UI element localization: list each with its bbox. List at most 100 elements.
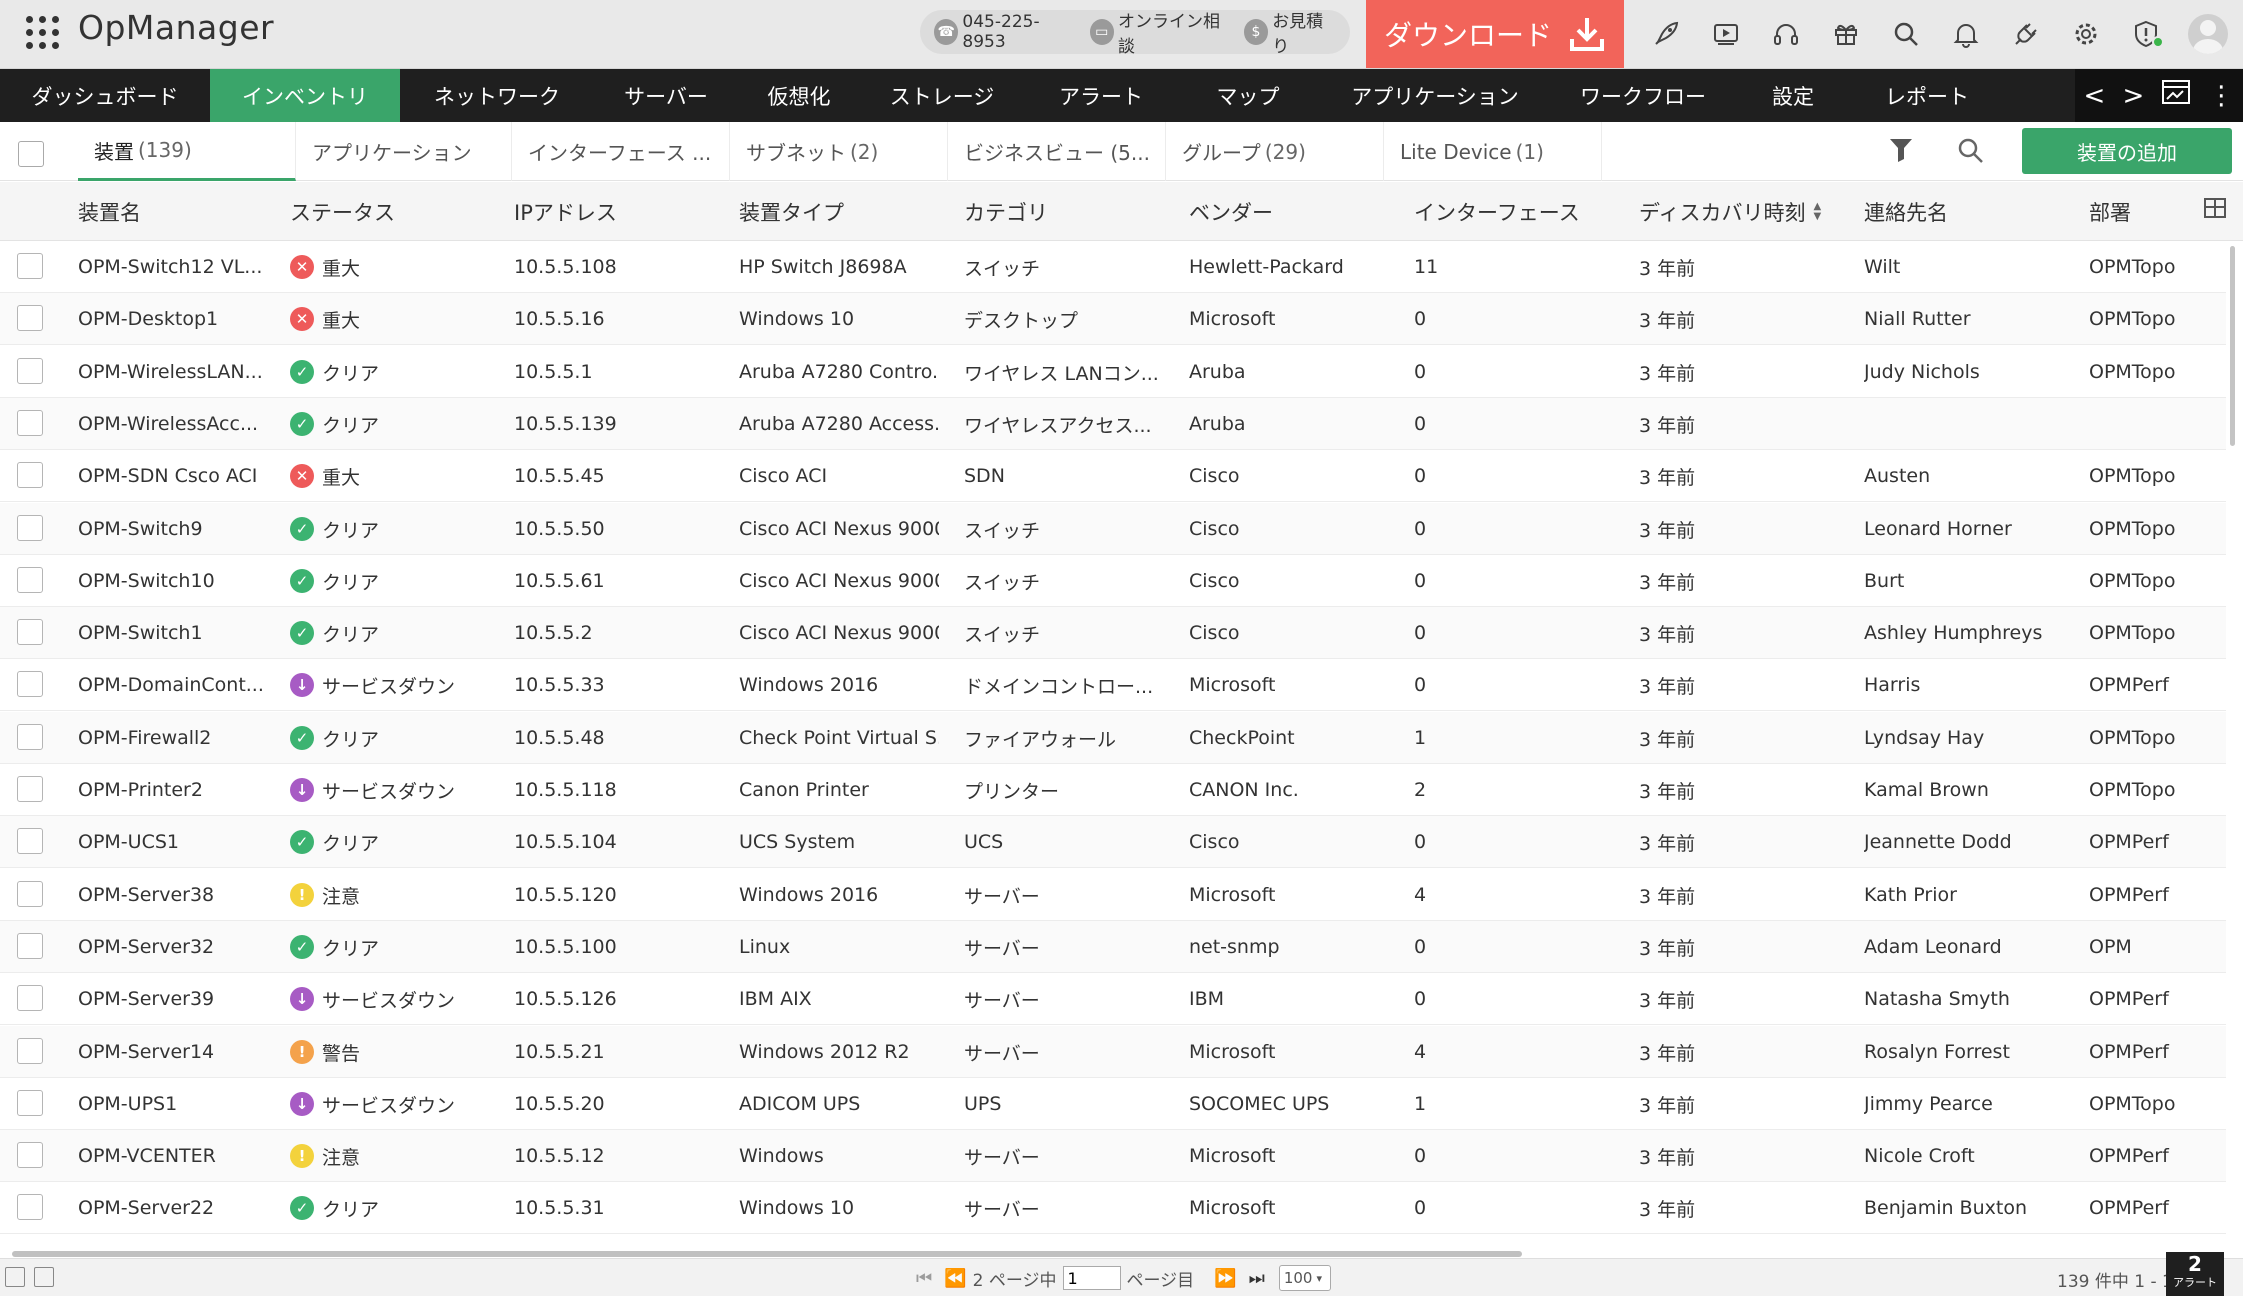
- cell-device-name[interactable]: OPM-Switch1: [78, 607, 278, 659]
- tab-devices[interactable]: 装置 (139): [78, 122, 296, 181]
- download-button[interactable]: ダウンロード: [1366, 0, 1624, 68]
- col-header-device-type[interactable]: 装置タイプ: [739, 182, 844, 241]
- tab-subnets[interactable]: サブネット (2): [730, 122, 948, 181]
- col-header-contact[interactable]: 連絡先名: [1864, 182, 1948, 241]
- more-menu-icon[interactable]: ⋮: [2208, 81, 2234, 111]
- col-header-device-name[interactable]: 装置名: [78, 182, 141, 241]
- cell-device-name[interactable]: OPM-Server32: [78, 921, 278, 973]
- quote-link[interactable]: $ お見積り: [1243, 7, 1336, 57]
- table-row[interactable]: OPM-Switch10 ✓ クリア 10.5.5.61 Cisco ACI Nexus…: [0, 555, 2226, 607]
- column-chooser-icon[interactable]: [2204, 198, 2226, 218]
- video-icon[interactable]: [1696, 0, 1756, 68]
- col-header-ip[interactable]: IPアドレス: [514, 182, 617, 241]
- rows-per-page-select[interactable]: 100 ▾: [1278, 1265, 1331, 1291]
- cell-device-name[interactable]: OPM-Firewall2: [78, 712, 278, 764]
- table-row[interactable]: OPM-UCS1 ✓ クリア 10.5.5.104 UCS System UCS Cisco…: [0, 816, 2226, 868]
- add-device-button[interactable]: 装置の追加: [2022, 128, 2232, 174]
- table-row[interactable]: OPM-Switch9 ✓ クリア 10.5.5.50 Cisco ACI Nexus …: [0, 503, 2226, 555]
- phone-contact[interactable]: ☎ 045-225-8953: [934, 12, 1076, 52]
- col-header-discovery-time[interactable]: ディスカバリ時刻 ▲ ▼: [1639, 182, 1821, 241]
- gear-icon[interactable]: [2056, 0, 2116, 68]
- nav-workflow[interactable]: ワークフロー: [1552, 69, 1734, 122]
- cell-device-name[interactable]: OPM-Switch10: [78, 555, 278, 607]
- row-checkbox[interactable]: [17, 776, 43, 802]
- first-page-icon[interactable]: ⏮: [916, 1268, 932, 1289]
- nav-settings[interactable]: 設定: [1734, 69, 1852, 122]
- row-checkbox[interactable]: [17, 671, 43, 697]
- row-checkbox[interactable]: [17, 567, 43, 593]
- cell-device-name[interactable]: OPM-Server14: [78, 1026, 278, 1078]
- row-checkbox[interactable]: [17, 358, 43, 384]
- horizontal-scrollbar[interactable]: [12, 1251, 1522, 1257]
- nav-prev-icon[interactable]: <: [2084, 81, 2106, 111]
- table-row[interactable]: OPM-Server22 ✓ クリア 10.5.5.31 Windows 10 サーバー M…: [0, 1182, 2226, 1234]
- row-checkbox[interactable]: [17, 410, 43, 436]
- tab-business-views[interactable]: ビジネスビュー (5...: [948, 122, 1166, 181]
- table-row[interactable]: OPM-WirelessLAN... ✓ クリア 10.5.5.1 Aruba A728…: [0, 346, 2226, 398]
- row-checkbox[interactable]: [17, 253, 43, 279]
- tab-lite-device[interactable]: Lite Device (1): [1384, 122, 1602, 181]
- col-header-status[interactable]: ステータス: [290, 182, 395, 241]
- plug-icon[interactable]: [1996, 0, 2056, 68]
- nav-servers[interactable]: サーバー: [594, 69, 738, 122]
- search-icon[interactable]: [1876, 0, 1936, 68]
- vertical-scrollbar[interactable]: [2228, 246, 2238, 1246]
- cell-device-name[interactable]: OPM-SDN Csco ACI: [78, 450, 278, 502]
- table-row[interactable]: OPM-SDN Csco ACI ✕ 重大 10.5.5.45 Cisco ACI SDN…: [0, 450, 2226, 502]
- table-row[interactable]: OPM-Desktop1 ✕ 重大 10.5.5.16 Windows 10 デスクトップ…: [0, 293, 2226, 345]
- tab-groups[interactable]: グループ (29): [1166, 122, 1384, 181]
- row-checkbox[interactable]: [17, 828, 43, 854]
- row-checkbox[interactable]: [17, 1038, 43, 1064]
- cell-device-name[interactable]: OPM-Desktop1: [78, 293, 278, 345]
- table-row[interactable]: OPM-Server14! 警告 10.5.5.21 Windows 2012 R2 サ…: [0, 1026, 2226, 1078]
- row-checkbox[interactable]: [17, 305, 43, 331]
- nav-applications[interactable]: アプリケーション: [1318, 69, 1552, 122]
- col-header-department[interactable]: 部署: [2089, 182, 2131, 241]
- cell-device-name[interactable]: OPM-Switch9: [78, 503, 278, 555]
- cell-device-name[interactable]: OPM-WirelessLAN...: [78, 346, 278, 398]
- table-row[interactable]: OPM-Server39 ↓ サービスダウン 10.5.5.126 IBM AIX サーバ…: [0, 973, 2226, 1025]
- cell-device-name[interactable]: OPM-Server22: [78, 1182, 278, 1234]
- row-checkbox[interactable]: [17, 1194, 43, 1220]
- prev-page-icon[interactable]: ⏪: [944, 1268, 966, 1289]
- filter-icon[interactable]: [1888, 136, 1914, 164]
- cell-device-name[interactable]: OPM-UCS1: [78, 816, 278, 868]
- nav-next-icon[interactable]: >: [2122, 81, 2144, 111]
- bell-icon[interactable]: [1936, 0, 1996, 68]
- avatar[interactable]: [2188, 14, 2228, 54]
- table-row[interactable]: OPM-Firewall2 ✓ クリア 10.5.5.48 Check Point Vi…: [0, 712, 2226, 764]
- nav-virtualization[interactable]: 仮想化: [738, 69, 860, 122]
- row-checkbox[interactable]: [17, 724, 43, 750]
- nav-network[interactable]: ネットワーク: [400, 69, 594, 122]
- cell-device-name[interactable]: OPM-Server39: [78, 973, 278, 1025]
- vertical-scroll-thumb[interactable]: [2230, 246, 2235, 446]
- nav-inventory[interactable]: インベントリ: [210, 69, 400, 122]
- cell-device-name[interactable]: OPM-UPS1: [78, 1078, 278, 1130]
- row-checkbox[interactable]: [17, 619, 43, 645]
- app-grid-icon[interactable]: [26, 16, 60, 50]
- cell-device-name[interactable]: OPM-DomainCont...: [78, 659, 278, 711]
- table-row[interactable]: OPM-DomainCont... ↓ サービスダウン 10.5.5.33 Window…: [0, 659, 2226, 711]
- table-row[interactable]: OPM-Printer2 ↓ サービスダウン 10.5.5.118 Canon Prin…: [0, 764, 2226, 816]
- table-row[interactable]: OPM-Switch1 ✓ クリア 10.5.5.2 Cisco ACI Nexus 9…: [0, 607, 2226, 659]
- table-row[interactable]: OPM-Server38! 注意 10.5.5.120 Windows 2016 サーバ…: [0, 869, 2226, 921]
- cell-device-name[interactable]: OPM-WirelessAcc...: [78, 398, 278, 450]
- nav-storage[interactable]: ストレージ: [860, 69, 1024, 122]
- screen-icon[interactable]: [2161, 79, 2191, 112]
- alarm-counter[interactable]: 2 アラート: [2166, 1252, 2224, 1296]
- export-icon[interactable]: [34, 1267, 54, 1287]
- cell-device-name[interactable]: OPM-VCENTER: [78, 1130, 278, 1182]
- row-checkbox[interactable]: [17, 1142, 43, 1168]
- row-checkbox[interactable]: [17, 515, 43, 541]
- select-all-checkbox[interactable]: [18, 141, 44, 167]
- col-header-category[interactable]: カテゴリ: [964, 182, 1048, 241]
- tab-applications[interactable]: アプリケーション: [296, 122, 512, 181]
- next-page-icon[interactable]: ⏩: [1214, 1268, 1236, 1289]
- headset-icon[interactable]: [1756, 0, 1816, 68]
- nav-reports[interactable]: レポート: [1852, 69, 2002, 122]
- row-checkbox[interactable]: [17, 881, 43, 907]
- table-row[interactable]: OPM-Server32 ✓ クリア 10.5.5.100 Linux サーバー net-s…: [0, 921, 2226, 973]
- table-row[interactable]: OPM-Switch12 VL... ✕ 重大 10.5.5.108 HP Switch…: [0, 241, 2226, 293]
- row-checkbox[interactable]: [17, 1090, 43, 1116]
- gift-icon[interactable]: [1816, 0, 1876, 68]
